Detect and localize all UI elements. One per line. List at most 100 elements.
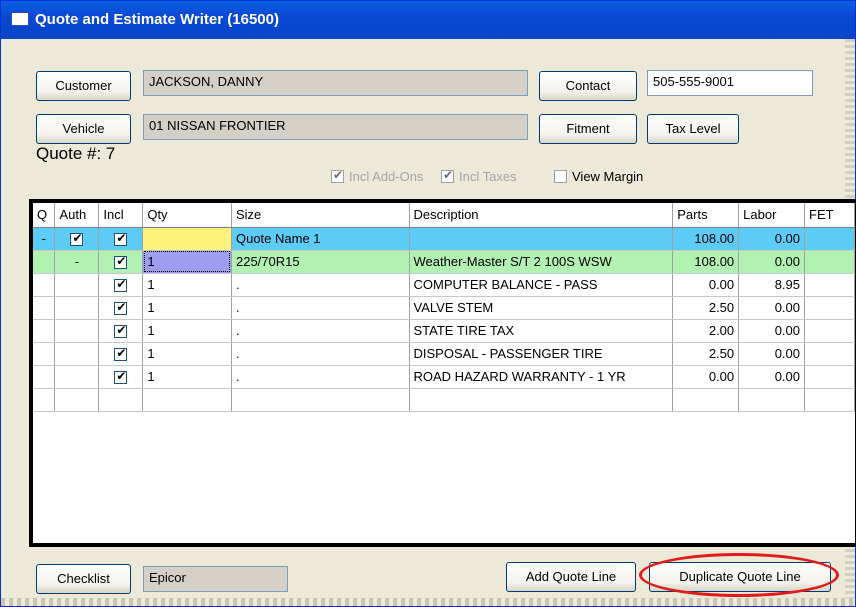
cell-fet[interactable] xyxy=(804,250,855,274)
empty-cell[interactable] xyxy=(99,457,143,480)
cell-fet[interactable] xyxy=(804,227,855,251)
empty-cell[interactable] xyxy=(143,480,232,503)
empty-cell[interactable] xyxy=(143,457,232,480)
empty-cell[interactable] xyxy=(33,434,55,457)
cell-qty[interactable]: 1 xyxy=(142,250,232,274)
cell-q[interactable] xyxy=(33,342,56,366)
cell-auth[interactable] xyxy=(54,319,100,343)
empty-cell[interactable] xyxy=(672,388,740,412)
empty-cell[interactable] xyxy=(231,457,409,480)
cell-qty[interactable]: 1 xyxy=(142,296,232,320)
table-row[interactable]: 1. STATE TIRE TAX 2.00 0.00 xyxy=(33,319,855,343)
cell-parts[interactable]: 2.50 xyxy=(672,342,740,366)
table-row[interactable]: 1. VALVE STEM 2.50 0.00 xyxy=(33,296,855,320)
empty-cell[interactable] xyxy=(231,434,409,457)
checkbox-checked-icon[interactable] xyxy=(114,346,128,362)
cell-labor[interactable]: 0.00 xyxy=(738,365,806,389)
cell-fet[interactable] xyxy=(804,273,855,297)
empty-cell[interactable] xyxy=(739,411,805,434)
cell-incl[interactable] xyxy=(98,365,144,389)
cell-size[interactable]: . xyxy=(231,296,410,320)
empty-cell[interactable] xyxy=(673,480,739,503)
cell-parts[interactable]: 2.50 xyxy=(672,296,740,320)
empty-row[interactable] xyxy=(33,434,855,457)
empty-cell[interactable] xyxy=(143,411,232,434)
empty-cell[interactable] xyxy=(33,457,55,480)
empty-cell[interactable] xyxy=(409,411,673,434)
cell-fet[interactable] xyxy=(804,365,855,389)
empty-cell[interactable] xyxy=(804,388,855,412)
empty-cell[interactable] xyxy=(55,480,99,503)
cell-q[interactable]: - xyxy=(33,227,56,251)
checkbox-checked-icon[interactable] xyxy=(114,300,128,316)
contact-field[interactable]: 505-555-9001 xyxy=(647,70,813,96)
empty-cell[interactable] xyxy=(409,434,673,457)
table-row[interactable]: 1. ROAD HAZARD WARRANTY - 1 YR 0.00 0.00 xyxy=(33,365,855,389)
quote-lines-grid[interactable]: Q Auth Incl Qty Size Description Parts L… xyxy=(29,199,856,547)
cell-incl[interactable] xyxy=(98,227,144,251)
cell-parts[interactable]: 108.00 xyxy=(672,250,740,274)
cell-fet[interactable] xyxy=(804,319,855,343)
empty-cell[interactable] xyxy=(98,388,144,412)
cell-description[interactable]: STATE TIRE TAX xyxy=(409,319,674,343)
empty-row[interactable] xyxy=(33,457,855,480)
table-row[interactable]: - 1 225/70R15 Weather-Master S/T 2 100S WSW… xyxy=(33,250,855,274)
empty-cell[interactable] xyxy=(805,480,855,503)
empty-cell[interactable] xyxy=(33,480,55,503)
empty-cell[interactable] xyxy=(673,411,739,434)
cell-incl[interactable] xyxy=(98,342,144,366)
contact-button[interactable]: Contact xyxy=(539,71,637,101)
cell-auth[interactable]: - xyxy=(54,250,100,274)
cell-labor[interactable]: 8.95 xyxy=(738,273,806,297)
cell-parts[interactable]: 0.00 xyxy=(672,273,740,297)
empty-cell[interactable] xyxy=(409,457,673,480)
empty-cell[interactable] xyxy=(739,457,805,480)
checkbox-checked-icon[interactable] xyxy=(114,369,128,385)
cell-auth[interactable] xyxy=(54,365,100,389)
cell-parts[interactable]: 0.00 xyxy=(672,365,740,389)
checkbox-checked-icon[interactable] xyxy=(114,231,128,247)
empty-cell[interactable] xyxy=(673,457,739,480)
cell-size[interactable]: . xyxy=(231,273,410,297)
col-header-auth[interactable]: Auth xyxy=(54,203,100,228)
cell-description[interactable]: ROAD HAZARD WARRANTY - 1 YR xyxy=(409,365,674,389)
empty-cell[interactable] xyxy=(54,388,100,412)
vehicle-field[interactable]: 01 NISSAN FRONTIER xyxy=(143,114,528,140)
empty-cell[interactable] xyxy=(99,480,143,503)
cell-auth[interactable] xyxy=(54,227,100,251)
cell-fet[interactable] xyxy=(804,342,855,366)
cell-qty[interactable]: 1 xyxy=(142,319,232,343)
col-header-size[interactable]: Size xyxy=(231,203,410,228)
cell-fet[interactable] xyxy=(804,296,855,320)
empty-cell[interactable] xyxy=(805,411,855,434)
cell-incl[interactable] xyxy=(98,250,144,274)
cell-description[interactable]: COMPUTER BALANCE - PASS xyxy=(409,273,674,297)
empty-cell[interactable] xyxy=(99,411,143,434)
cell-q[interactable] xyxy=(33,296,56,320)
cell-qty[interactable] xyxy=(142,227,232,251)
empty-cell[interactable] xyxy=(231,388,410,412)
cell-incl[interactable] xyxy=(98,296,144,320)
cell-description[interactable]: Weather-Master S/T 2 100S WSW xyxy=(409,250,674,274)
cell-qty[interactable]: 1 xyxy=(142,342,232,366)
empty-cell[interactable] xyxy=(143,434,232,457)
add-quote-line-button[interactable]: Add Quote Line xyxy=(506,562,636,592)
empty-cell[interactable] xyxy=(55,457,99,480)
cell-auth[interactable] xyxy=(54,342,100,366)
cell-q[interactable] xyxy=(33,273,56,297)
empty-cell[interactable] xyxy=(409,480,673,503)
cell-incl[interactable] xyxy=(98,319,144,343)
cell-q[interactable] xyxy=(33,319,56,343)
empty-cell[interactable] xyxy=(55,434,99,457)
empty-cell[interactable] xyxy=(33,388,56,412)
empty-cell[interactable] xyxy=(409,388,674,412)
customer-button[interactable]: Customer xyxy=(36,71,131,101)
empty-row[interactable] xyxy=(33,388,855,412)
empty-cell[interactable] xyxy=(673,434,739,457)
col-header-labor[interactable]: Labor xyxy=(738,203,806,228)
cell-q[interactable] xyxy=(33,365,56,389)
checkbox-checked-icon[interactable] xyxy=(70,231,84,247)
title-bar[interactable]: Quote and Estimate Writer (16500) xyxy=(1,1,855,39)
cell-incl[interactable] xyxy=(98,273,144,297)
cell-parts[interactable]: 108.00 xyxy=(672,227,740,251)
